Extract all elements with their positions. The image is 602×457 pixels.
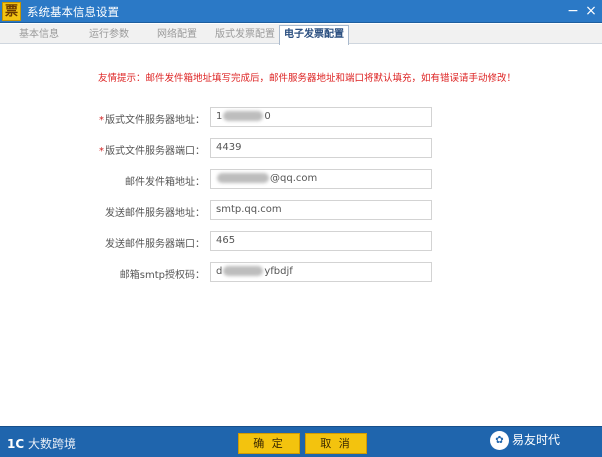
tab-layout-invoice-config[interactable]: 版式发票配置 xyxy=(210,26,280,43)
window-title: 系统基本信息设置 xyxy=(27,5,119,19)
required-mark: * xyxy=(99,115,104,126)
e-invoice-config-panel: 友情提示：邮件发件箱地址填写完成后，邮件服务器地址和端口将默认填充，如有错误请手… xyxy=(0,45,602,426)
field-row-smtp-server-address: 发送邮件服务器地址： smtp.qq.com xyxy=(0,200,602,220)
masked-value xyxy=(223,266,264,276)
app-logo-icon: 票 xyxy=(2,2,21,21)
tab-basic-info[interactable]: 基本信息 xyxy=(8,26,70,43)
tab-network-config[interactable]: 网络配置 xyxy=(146,26,208,43)
confirm-button[interactable]: 确 定 xyxy=(238,433,300,454)
sender-email-input[interactable]: @qq.com xyxy=(210,169,432,189)
tab-bar: 基本信息 运行参数 网络配置 版式发票配置 电子发票配置 xyxy=(0,24,602,45)
smtp-server-port-input[interactable]: 465 xyxy=(210,231,432,251)
masked-value xyxy=(223,111,264,121)
field-row-smtp-auth-code: 邮箱smtp授权码： d yfbdjf xyxy=(0,262,602,282)
tab-run-params[interactable]: 运行参数 xyxy=(78,26,140,43)
smtp-server-address-input[interactable]: smtp.qq.com xyxy=(210,200,432,220)
field-row-smtp-server-port: 发送邮件服务器端口： 465 xyxy=(0,231,602,251)
field-label: 发送邮件服务器端口： xyxy=(105,239,205,250)
wechat-icon: ✿ xyxy=(490,431,509,450)
field-row-layout-server-address: *版式文件服务器地址： 10 xyxy=(0,107,602,127)
brand-logo-icon: 1C xyxy=(7,437,25,451)
layout-server-port-input[interactable]: 4439 xyxy=(210,138,432,158)
field-label: 发送邮件服务器地址： xyxy=(105,208,205,219)
smtp-auth-code-input[interactable]: d yfbdjf xyxy=(210,262,432,282)
watermark: ✿ 易友时代 xyxy=(490,431,560,450)
required-mark: * xyxy=(99,146,104,157)
minimize-icon[interactable]: − xyxy=(566,3,580,19)
notice-text: 友情提示：邮件发件箱地址填写完成后，邮件服务器地址和端口将默认填充，如有错误请手… xyxy=(98,73,517,84)
footer-bar: 1C 大数跨境 确 定 取 消 ✿ 易友时代 xyxy=(0,426,602,457)
cancel-button[interactable]: 取 消 xyxy=(305,433,367,454)
watermark-text: 易友时代 xyxy=(512,433,561,447)
masked-value xyxy=(217,173,269,183)
field-label: 版式文件服务器地址： xyxy=(105,115,205,126)
layout-server-address-input[interactable]: 10 xyxy=(210,107,432,127)
field-label: 版式文件服务器端口： xyxy=(105,146,205,157)
tab-e-invoice-config[interactable]: 电子发票配置 xyxy=(279,25,349,45)
brand: 1C 大数跨境 xyxy=(7,435,76,452)
field-label: 邮件发件箱地址： xyxy=(125,177,205,188)
field-label: 邮箱smtp授权码： xyxy=(119,270,205,281)
field-row-layout-server-port: *版式文件服务器端口： 4439 xyxy=(0,138,602,158)
title-bar: 票 系统基本信息设置 − × xyxy=(0,0,602,23)
brand-name: 大数跨境 xyxy=(27,437,76,451)
close-icon[interactable]: × xyxy=(584,3,598,19)
field-row-sender-email: 邮件发件箱地址： @qq.com xyxy=(0,169,602,189)
